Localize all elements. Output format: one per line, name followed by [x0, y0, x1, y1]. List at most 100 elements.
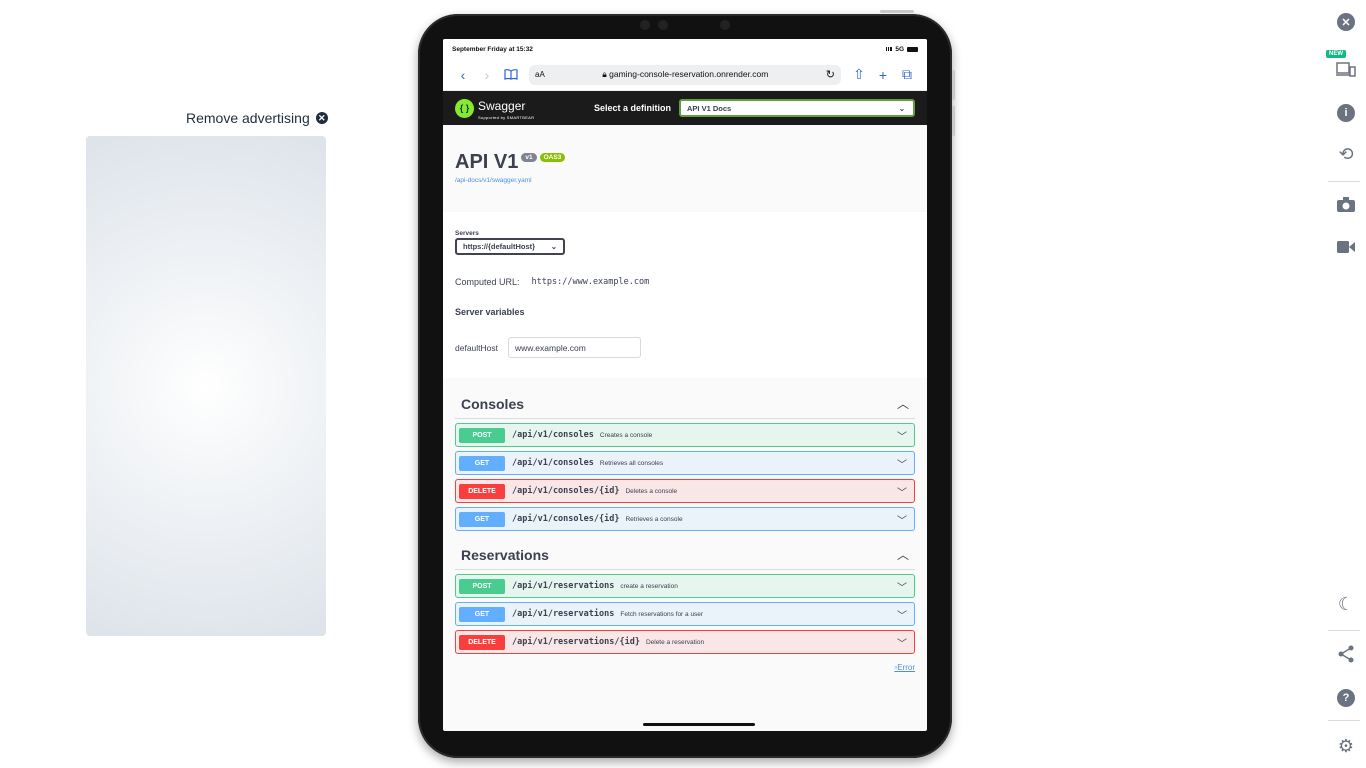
tabs-icon[interactable]: ⧉ [895, 66, 919, 83]
address-bar[interactable]: aA 🔒︎ gaming-console-reservation.onrende… [529, 64, 841, 85]
safari-toolbar: ‹ › aA 🔒︎ gaming-console-reservation.onr… [443, 59, 927, 91]
toolbar-separator [1328, 720, 1360, 721]
toolbar-separator [1328, 630, 1360, 631]
servers-label: Servers [455, 230, 479, 237]
tag-reservations: Reservations ︿ POST /api/v1/reservations… [455, 539, 915, 654]
computed-url: Computed URL: https://www.example.com [455, 277, 915, 287]
url-text: gaming-console-reservation.onrender.com [609, 69, 769, 79]
operation-get-console[interactable]: GET /api/v1/consoles/{id} Retrieves a co… [455, 507, 915, 531]
computed-url-value: https://www.example.com [531, 277, 650, 287]
spec-link[interactable]: /api-docs/v1/swagger.yaml [455, 177, 915, 184]
operation-summary: Fetch reservations for a user [620, 610, 704, 618]
chevron-down-icon: ﹀ [897, 610, 907, 622]
video-icon[interactable] [1334, 235, 1358, 259]
api-info: API V1 v1 OAS3 /api-docs/v1/swagger.yaml [443, 125, 927, 212]
operation-summary: Retrieves all consoles [599, 459, 664, 467]
swagger-logo-sub: Supported by SMARTBEAR [478, 114, 535, 120]
operation-path: /api/v1/consoles [512, 458, 594, 468]
gear-icon[interactable]: ⚙ [1334, 734, 1358, 758]
network-label: 5G [895, 45, 904, 53]
server-select[interactable]: https://{defaultHost} ⌄ [455, 238, 565, 255]
method-badge: GET [459, 455, 505, 471]
operation-path: /api/v1/reservations [512, 581, 615, 591]
volume-button [952, 70, 955, 100]
tag-name: Reservations [461, 546, 549, 563]
forward-icon[interactable]: › [475, 67, 499, 83]
camera-icon[interactable] [1334, 192, 1358, 216]
remove-advertising-link[interactable]: Remove advertising ✕ [186, 110, 328, 126]
definition-select[interactable]: API V1 Docs ⌄ [679, 99, 915, 117]
swagger-logo-icon: { } [455, 98, 474, 118]
tag-header-consoles[interactable]: Consoles ︿ [455, 388, 915, 419]
swagger-logo[interactable]: { } Swagger Supported by SMARTBEAR [455, 97, 534, 120]
device-icon[interactable]: NEW [1326, 50, 1358, 82]
operation-path: /api/v1/reservations [512, 609, 615, 619]
operation-summary: Delete a reservation [645, 638, 705, 646]
operation-summary: create a reservation [620, 582, 678, 590]
info-icon[interactable]: i [1334, 101, 1358, 125]
servers-section: Servers https://{defaultHost} ⌄ Computed… [443, 212, 927, 378]
method-badge: DELETE [459, 634, 505, 650]
home-indicator [643, 723, 755, 726]
share-icon[interactable]: ⇧ [847, 66, 871, 83]
method-badge: POST [459, 578, 505, 594]
operation-summary: Creates a console [599, 431, 653, 439]
oas-badge: OAS3 [539, 153, 566, 162]
volume-button [952, 106, 955, 136]
tag-header-reservations[interactable]: Reservations ︿ [455, 539, 915, 570]
back-icon[interactable]: ‹ [451, 67, 475, 83]
method-badge: GET [459, 511, 505, 527]
chevron-up-icon: ︿ [896, 397, 909, 411]
lock-icon: 🔒︎ [602, 69, 607, 79]
method-badge: DELETE [459, 483, 505, 499]
server-variable-name: defaultHost [455, 342, 498, 353]
share-icon[interactable] [1334, 642, 1358, 666]
top-button [880, 10, 914, 13]
tag-consoles: Consoles ︿ POST /api/v1/consoles Creates… [455, 388, 915, 531]
new-tab-icon[interactable]: + [871, 67, 895, 83]
reload-icon[interactable]: ↻ [826, 68, 835, 81]
battery-icon [907, 46, 918, 52]
server-variable-input[interactable]: www.example.com [508, 337, 641, 358]
definition-value: API V1 Docs [687, 103, 732, 113]
operation-post-reservations[interactable]: POST /api/v1/reservations create a reser… [455, 574, 915, 598]
operation-get-consoles[interactable]: GET /api/v1/consoles Retrieves all conso… [455, 451, 915, 475]
server-variables-title: Server variables [455, 307, 525, 317]
operation-path: /api/v1/consoles/{id} [512, 486, 620, 496]
chevron-down-icon: ﹀ [897, 515, 907, 527]
swagger-logo-name: Swagger [478, 98, 526, 113]
chevron-down-icon: ﹀ [897, 638, 907, 650]
signal-icon [886, 47, 893, 51]
close-circle-icon[interactable]: ✕ [1334, 10, 1358, 34]
chevron-down-icon: ⌄ [898, 103, 905, 113]
chevron-up-icon: ︿ [896, 548, 909, 562]
camera-dot [640, 20, 650, 30]
address-url: 🔒︎ gaming-console-reservation.onrender.c… [551, 69, 820, 80]
server-variable-row: defaultHost www.example.com [455, 337, 915, 358]
advertisement-placeholder [86, 136, 326, 636]
help-icon[interactable]: ? [1334, 686, 1358, 710]
chevron-down-icon: ﹀ [897, 459, 907, 471]
api-title: API V1 [455, 151, 519, 173]
text-size-button[interactable]: aA [535, 70, 545, 79]
rotate-icon[interactable]: ⟲ [1334, 142, 1358, 166]
moon-icon[interactable]: ☾ [1334, 592, 1358, 616]
validator-badge-text: Error [897, 663, 915, 672]
bookmarks-icon[interactable] [499, 67, 523, 83]
tag-name: Consoles [461, 395, 525, 412]
operations: Consoles ︿ POST /api/v1/consoles Creates… [443, 378, 927, 672]
validator-badge[interactable]: ▫Error [455, 654, 915, 672]
operation-summary: Deletes a console [625, 487, 678, 495]
chevron-down-icon: ﹀ [897, 582, 907, 594]
operation-get-reservations[interactable]: GET /api/v1/reservations Fetch reservati… [455, 602, 915, 626]
camera-dot [658, 20, 668, 30]
ios-status-bar: September Friday at 15:32 5G [443, 39, 927, 59]
operation-delete-reservation[interactable]: DELETE /api/v1/reservations/{id} Delete … [455, 630, 915, 654]
operation-delete-console[interactable]: DELETE /api/v1/consoles/{id} Deletes a c… [455, 479, 915, 503]
operation-path: /api/v1/consoles [512, 430, 594, 440]
operation-post-consoles[interactable]: POST /api/v1/consoles Creates a console … [455, 423, 915, 447]
remove-advertising-label: Remove advertising [186, 110, 310, 126]
close-circle-icon: ✕ [315, 112, 328, 124]
chevron-down-icon: ⌄ [550, 242, 557, 251]
version-badge: v1 [521, 153, 537, 162]
